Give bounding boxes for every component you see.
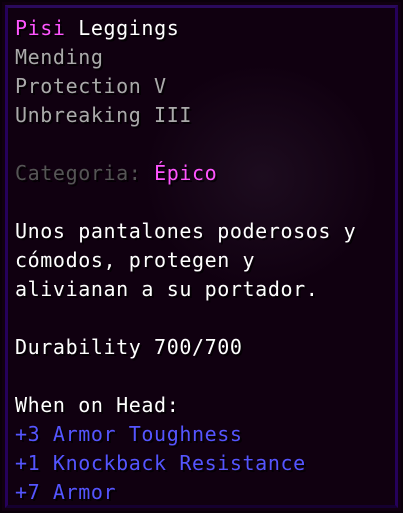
- item-name-part2: Leggings: [65, 16, 180, 40]
- tooltip-lines: Pisi Leggings Mending Protection V Unbre…: [15, 14, 393, 507]
- durability: Durability 700/700: [15, 335, 243, 359]
- item-name-part1: Pisi: [15, 16, 66, 40]
- slot-header: When on Head:: [15, 393, 180, 417]
- category-label: Categoria:: [15, 161, 155, 185]
- category-value: Épico: [154, 161, 218, 185]
- enchantment-protection: Protection V: [15, 74, 167, 98]
- enchantment-mending: Mending: [15, 45, 104, 69]
- item-tooltip: Pisi Leggings Mending Protection V Unbre…: [0, 0, 403, 513]
- lore-line-1: Unos pantalones poderosos y: [15, 219, 357, 243]
- modifier-knockback-resistance: +1 Knockback Resistance: [15, 451, 306, 475]
- modifier-armor-toughness: +3 Armor Toughness: [15, 422, 243, 446]
- lore-line-2: cómodos, protegen y: [15, 248, 256, 272]
- item-name: Pisi Leggings: [15, 14, 393, 43]
- lore-line-3: alivianan a su portador.: [15, 277, 319, 301]
- item-category: Categoria: Épico: [15, 159, 393, 188]
- modifier-armor: +7 Armor: [15, 480, 117, 504]
- enchantment-unbreaking: Unbreaking III: [15, 103, 192, 127]
